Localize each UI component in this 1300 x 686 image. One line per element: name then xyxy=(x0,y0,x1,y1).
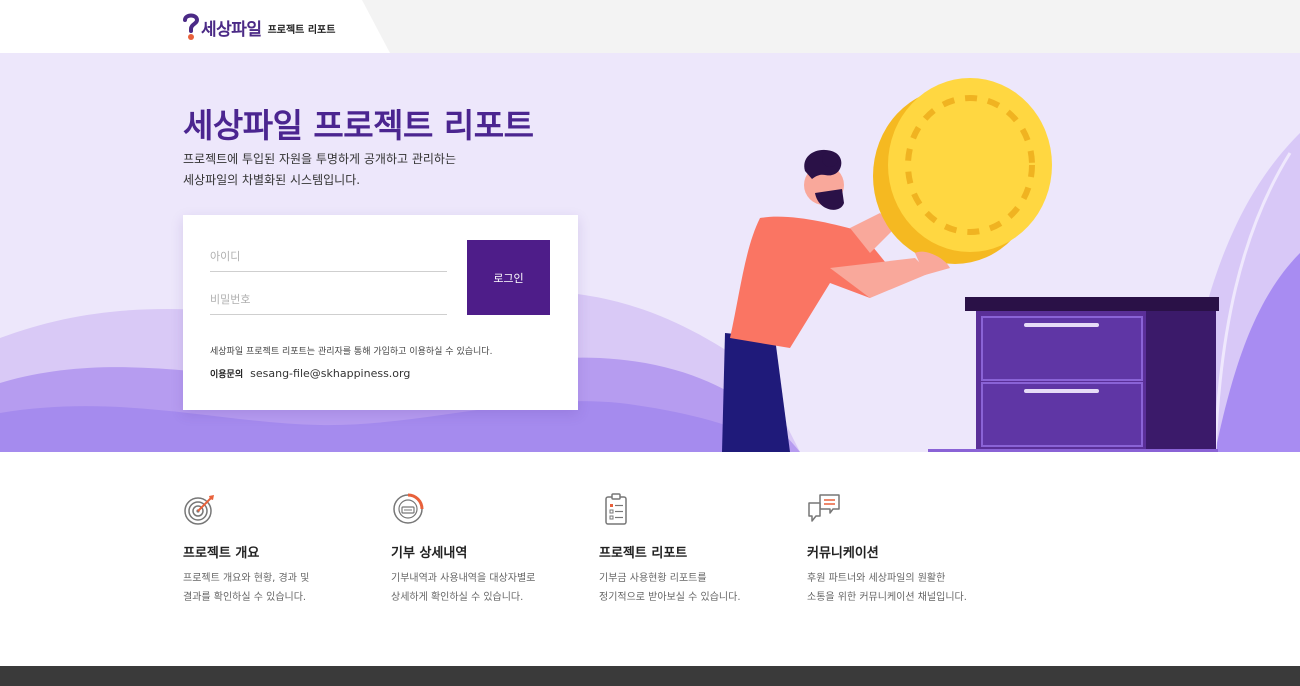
hero-description-line: 세상파일의 차별화된 시스템입니다. xyxy=(183,173,361,187)
feature-title: 프로젝트 개요 xyxy=(183,546,260,561)
feature-description-line: 상세하게 확인하실 수 있습니다. xyxy=(391,592,524,603)
feature-description-line: 프로젝트 개요와 현황, 경과 및 xyxy=(183,573,310,584)
site-logo[interactable]: 세상파일 프로젝트 리포트 xyxy=(182,12,335,42)
contact-email[interactable]: sesang-file@skhappiness.org xyxy=(250,367,410,380)
feature-description: 기부내역과 사용내역을 대상자별로 상세하게 확인하실 수 있습니다. xyxy=(391,569,601,607)
feature-description-line: 기부내역과 사용내역을 대상자별로 xyxy=(391,573,536,584)
chat-bubbles-icon xyxy=(807,492,841,526)
id-field[interactable] xyxy=(210,240,447,272)
id-input[interactable] xyxy=(210,250,447,263)
top-header: 세상파일 프로젝트 리포트 xyxy=(0,0,1300,53)
feature-description-line: 후원 파트너와 세상파일의 원활한 xyxy=(807,573,946,584)
login-panel: 로그인 세상파일 프로젝트 리포트는 관리자를 통해 가입하고 이용하실 수 있… xyxy=(183,215,578,410)
contact-label: 이용문의 xyxy=(210,370,244,380)
feature-description: 후원 파트너와 세상파일의 원활한 소통을 위한 커뮤니케이션 채널입니다. xyxy=(807,569,1017,607)
logo-text: 세상파일 xyxy=(201,20,262,40)
feature-description-line: 정기적으로 받아보실 수 있습니다. xyxy=(599,592,741,603)
password-input[interactable] xyxy=(210,293,447,306)
logo-subtitle: 프로젝트 리포트 xyxy=(267,25,336,36)
signup-notice: 세상파일 프로젝트 리포트는 관리자를 통해 가입하고 이용하실 수 있습니다. xyxy=(210,347,493,357)
login-button[interactable]: 로그인 xyxy=(467,240,550,315)
hero-description-line: 프로젝트에 투입된 자원을 투명하게 공개하고 관리하는 xyxy=(183,152,456,166)
feature-donation-details[interactable]: 기부 상세내역 기부내역과 사용내역을 대상자별로 상세하게 확인하실 수 있습… xyxy=(391,492,601,607)
feature-description: 기부금 사용현황 리포트를 정기적으로 받아보실 수 있습니다. xyxy=(599,569,809,607)
hero-section: 세상파일 프로젝트 리포트 프로젝트에 투입된 자원을 투명하게 공개하고 관리… xyxy=(0,53,1300,452)
feature-description-line: 소통을 위한 커뮤니케이션 채널입니다. xyxy=(807,592,967,603)
donation-chart-icon xyxy=(391,492,425,526)
feature-description-line: 결과를 확인하실 수 있습니다. xyxy=(183,592,307,603)
feature-project-report[interactable]: 프로젝트 리포트 기부금 사용현황 리포트를 정기적으로 받아보실 수 있습니다… xyxy=(599,492,809,607)
feature-project-overview[interactable]: 프로젝트 개요 프로젝트 개요와 현황, 경과 및 결과를 확인하실 수 있습니… xyxy=(183,492,393,607)
feature-title: 기부 상세내역 xyxy=(391,546,468,561)
clipboard-icon xyxy=(599,492,633,526)
feature-description-line: 기부금 사용현황 리포트를 xyxy=(599,573,707,584)
feature-communication[interactable]: 커뮤니케이션 후원 파트너와 세상파일의 원활한 소통을 위한 커뮤니케이션 채… xyxy=(807,492,1017,607)
feature-title: 커뮤니케이션 xyxy=(807,546,879,561)
password-field[interactable] xyxy=(210,283,447,315)
features-section: 프로젝트 개요 프로젝트 개요와 현황, 경과 및 결과를 확인하실 수 있습니… xyxy=(0,452,1300,666)
feature-description: 프로젝트 개요와 현황, 경과 및 결과를 확인하실 수 있습니다. xyxy=(183,569,393,607)
logo-question-mark-icon xyxy=(182,12,200,42)
page-footer xyxy=(0,666,1300,686)
feature-title: 프로젝트 리포트 xyxy=(599,546,688,561)
hero-title: 세상파일 프로젝트 리포트 xyxy=(183,106,534,145)
target-icon xyxy=(183,492,217,526)
hero-description: 프로젝트에 투입된 자원을 투명하게 공개하고 관리하는 세상파일의 차별화된 … xyxy=(183,149,456,191)
contact-info: 이용문의 sesang-file@skhappiness.org xyxy=(210,367,410,380)
